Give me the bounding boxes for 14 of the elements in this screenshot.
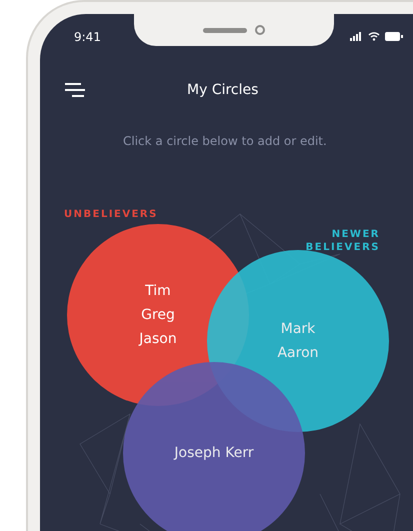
member-name: Joseph Kerr: [174, 444, 254, 463]
member-name: Jason: [139, 330, 177, 349]
instruction-text: Click a circle below to add or edit.: [122, 134, 328, 148]
member-name: Mark: [280, 320, 316, 339]
circle-label: UNBELIEVERS: [64, 208, 158, 221]
status-time: 9:41: [73, 29, 102, 44]
member-name: Tim: [145, 282, 171, 301]
signal-icon: [350, 32, 363, 41]
battery-icon: [385, 32, 403, 41]
menu-icon[interactable]: [64, 82, 86, 98]
wifi-icon: [368, 32, 380, 41]
member-name: Aaron: [277, 344, 319, 363]
member-name: Greg: [141, 306, 175, 325]
screen-title: My Circles: [187, 82, 258, 98]
